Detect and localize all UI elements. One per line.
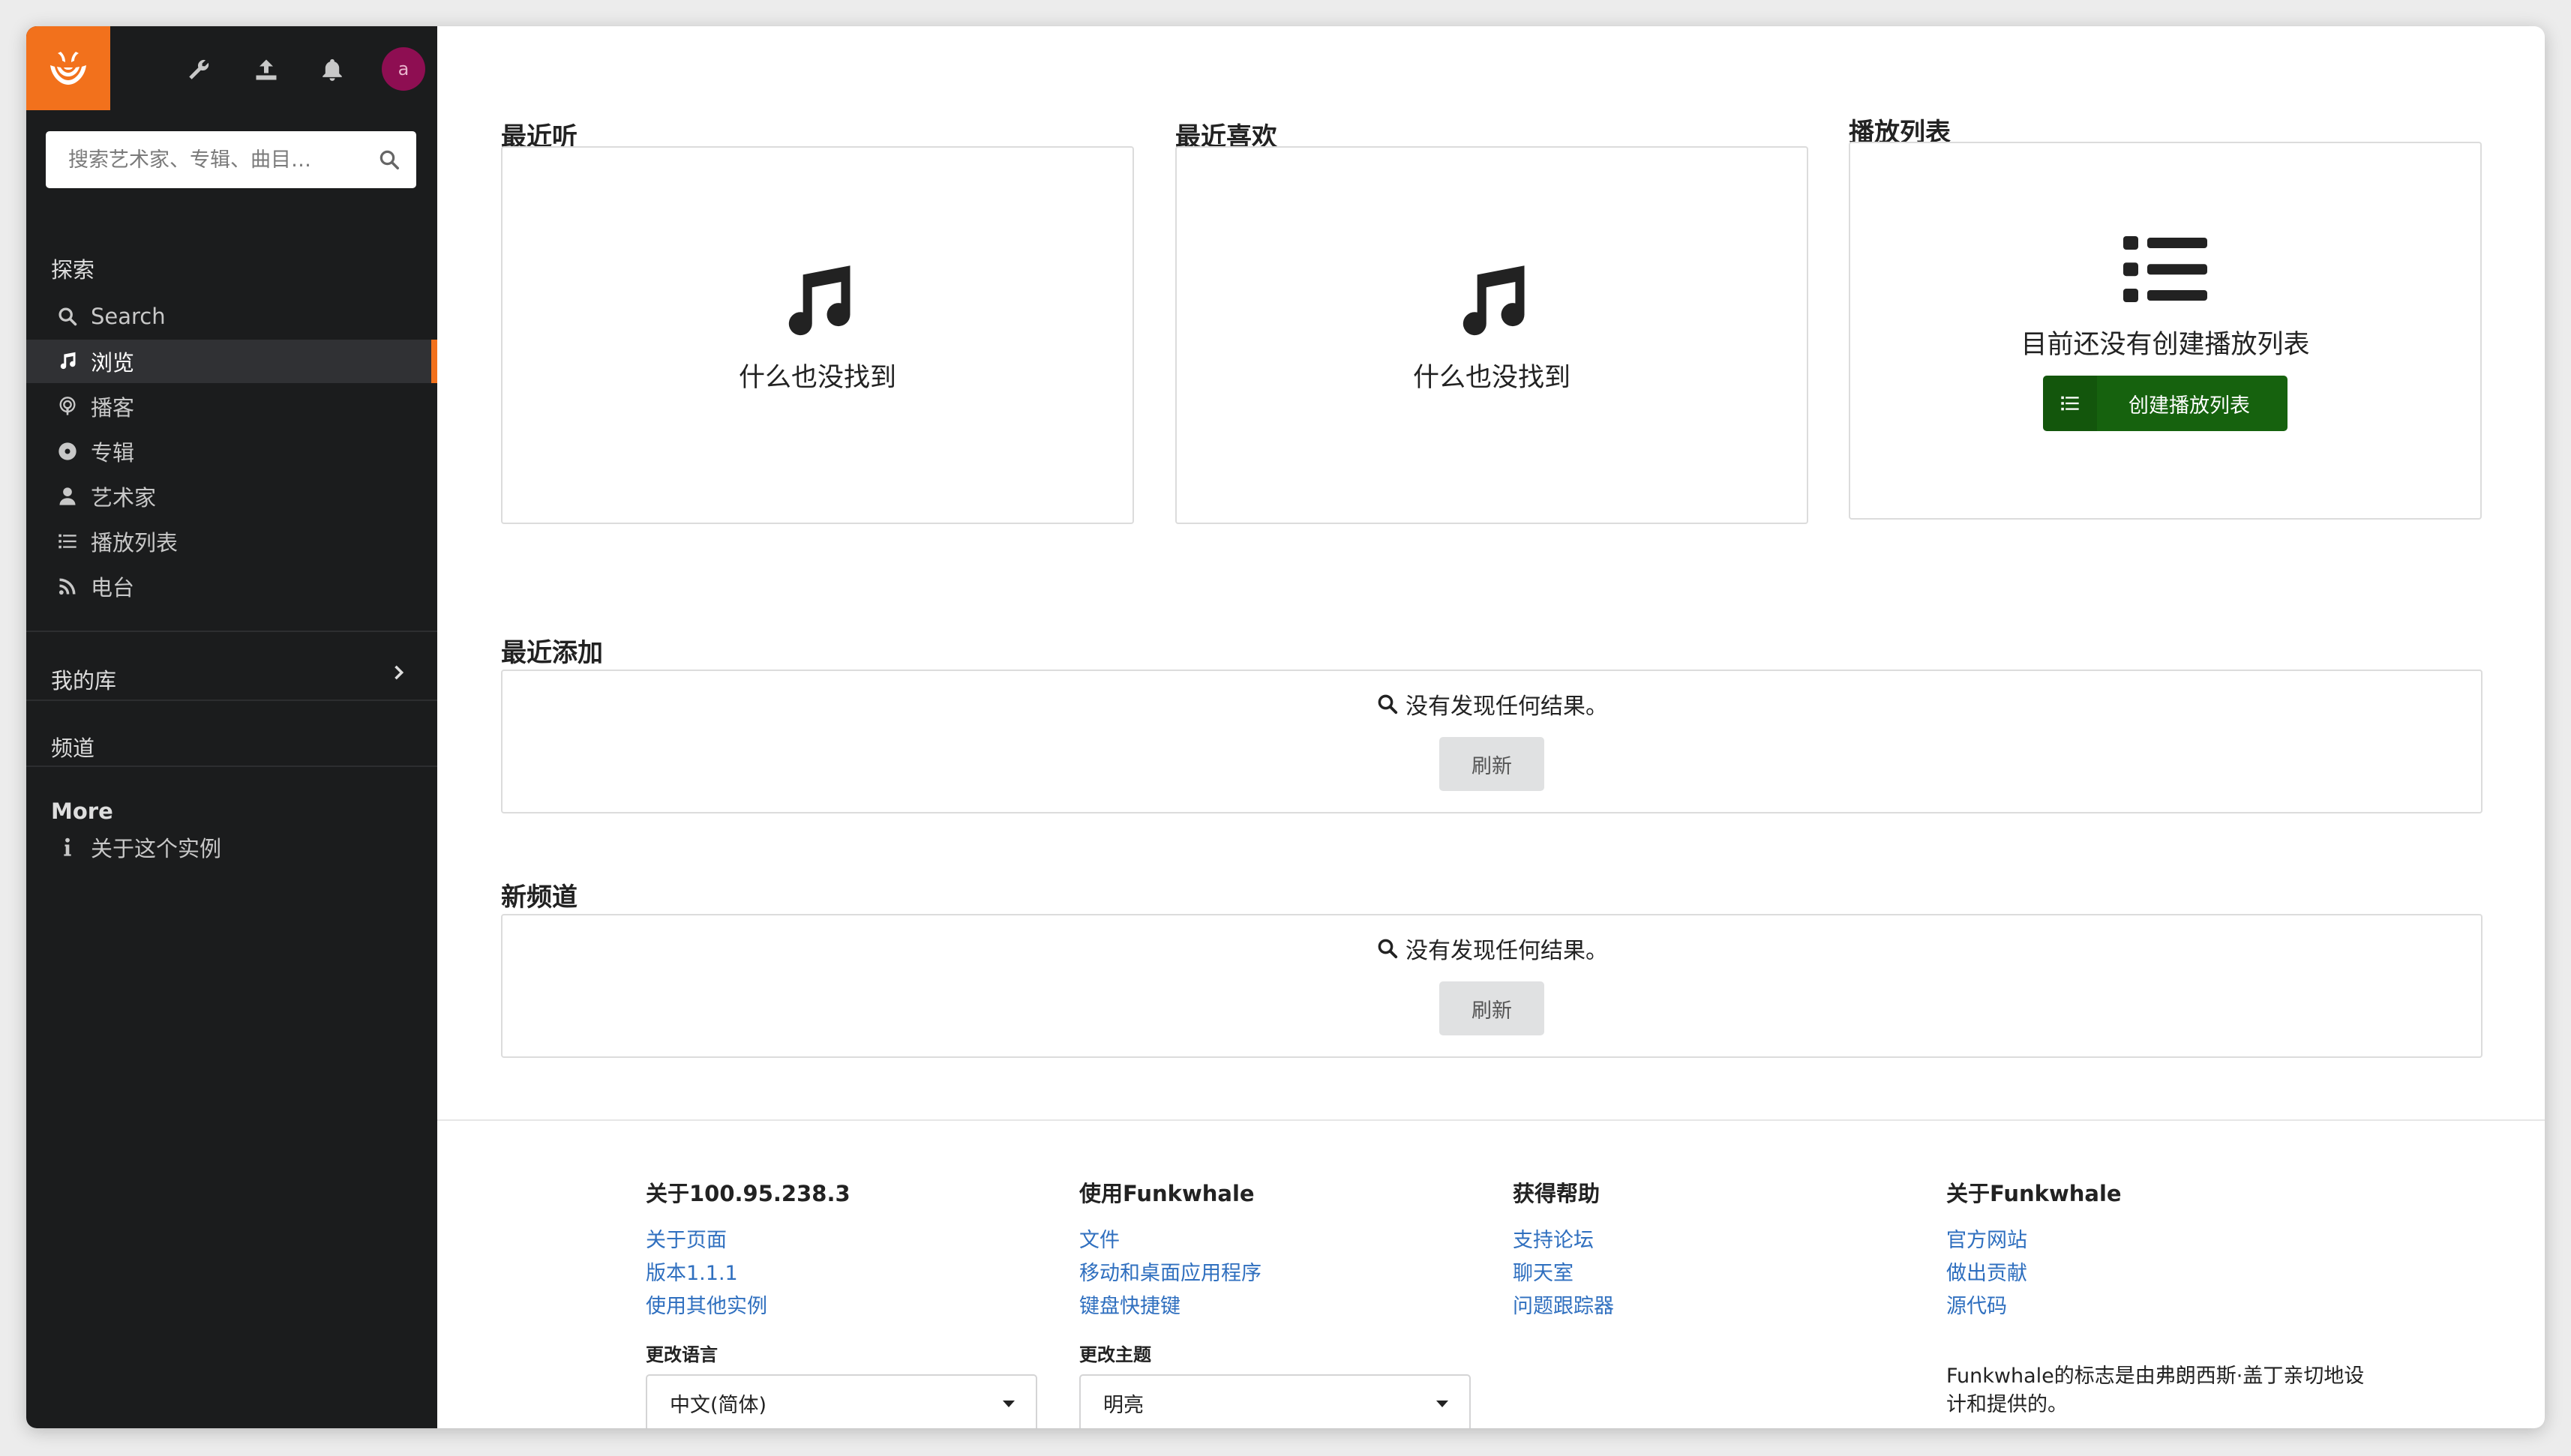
upload-icon[interactable] (250, 53, 283, 86)
empty-message: 什么也没找到 (1412, 363, 1570, 393)
nav-item-label: Search (91, 304, 166, 329)
nav-item-radios[interactable]: 电台 (26, 565, 437, 608)
empty-message: 目前还没有创建播放列表 (2020, 330, 2310, 360)
rss-icon (55, 574, 80, 599)
no-result-text: 没有发现任何结果。 (1406, 694, 1608, 720)
footer-help-title: 获得帮助 (1513, 1181, 1600, 1206)
footer-link[interactable]: 键盘快捷键 (1079, 1290, 1262, 1323)
search-submit-button[interactable] (376, 146, 403, 173)
nav-item-browse[interactable]: 浏览 (26, 340, 437, 383)
footer-link[interactable]: 关于页面 (646, 1224, 850, 1257)
caret-down-icon (1436, 1401, 1448, 1407)
footer-link[interactable]: 聊天室 (1513, 1257, 1614, 1290)
create-playlist-label: 创建播放列表 (2128, 394, 2250, 418)
nav-item-label: 关于这个实例 (91, 836, 222, 861)
music-note-icon (1462, 265, 1525, 336)
new-channels-title: 新频道 (501, 882, 578, 912)
avatar-initial: a (398, 58, 410, 79)
logo-credit-note: Funkwhale的标志是由弗朗西斯·盖丁亲切地设计和提供的。 (1946, 1365, 2365, 1416)
footer-funkwhale-title: 关于Funkwhale (1946, 1181, 2122, 1206)
sidebar: a 探索 Search 浏览 播客 专辑 艺术家 (26, 26, 437, 1428)
search-icon (380, 150, 399, 169)
create-playlist-button[interactable]: 创建播放列表 (2043, 376, 2288, 431)
sidebar-divider (26, 765, 437, 767)
no-result-message: 没有发现任何结果。 (502, 688, 2481, 721)
nav-item-search[interactable]: Search (26, 295, 437, 338)
nav-item-label: 播客 (91, 395, 135, 421)
footer-funkwhale-column: 关于Funkwhale 官方网站 做出贡献 源代码 (1946, 1176, 2122, 1323)
funkwhale-logo[interactable] (26, 26, 110, 110)
nav-item-about-instance[interactable]: 关于这个实例 (26, 825, 437, 869)
album-disc-icon (55, 439, 80, 464)
nav-item-label: 浏览 (91, 350, 135, 376)
footer-link[interactable]: 官方网站 (1946, 1224, 2122, 1257)
language-label: 更改语言 (646, 1344, 718, 1365)
playlists-card: 目前还没有创建播放列表 创建播放列表 (1849, 142, 2482, 520)
theme-select[interactable]: 明亮 (1079, 1374, 1471, 1428)
no-result-message: 没有发现任何结果。 (502, 932, 2481, 965)
refresh-button[interactable]: 刷新 (1439, 737, 1544, 791)
recent-added-card: 没有发现任何结果。 刷新 (501, 670, 2482, 813)
footer-divider (437, 1119, 2545, 1121)
footer-link[interactable]: 源代码 (1946, 1290, 2122, 1323)
nav-item-playlists[interactable]: 播放列表 (26, 520, 437, 563)
podcast-icon (55, 394, 80, 419)
list-icon (55, 529, 80, 554)
footer-link[interactable]: 移动和桌面应用程序 (1079, 1257, 1262, 1290)
recent-liked-card: 什么也没找到 (1175, 146, 1808, 524)
footer-link[interactable]: 做出贡献 (1946, 1257, 2122, 1290)
no-result-text: 没有发现任何结果。 (1406, 938, 1608, 964)
user-icon (55, 484, 80, 509)
language-value: 中文(简体) (670, 1393, 767, 1417)
footer-use-column: 使用Funkwhale 文件 移动和桌面应用程序 键盘快捷键 (1079, 1176, 1262, 1323)
music-note-icon (788, 265, 850, 336)
sidebar-divider (26, 700, 437, 701)
footer-link[interactable]: 使用其他实例 (646, 1290, 850, 1323)
explore-heading: 探索 (51, 257, 95, 283)
search-icon (55, 304, 80, 329)
funkwhale-logo-icon (50, 52, 86, 85)
refresh-button[interactable]: 刷新 (1439, 981, 1544, 1035)
chevron-right-icon[interactable] (388, 662, 409, 683)
empty-message: 什么也没找到 (738, 363, 896, 393)
my-library-link[interactable]: 我的库 (51, 664, 116, 695)
footer-about-title: 关于100.95.238.3 (646, 1181, 850, 1206)
theme-value: 明亮 (1103, 1393, 1144, 1417)
caret-down-icon (1003, 1401, 1015, 1407)
search-icon (1376, 936, 1400, 960)
nav-item-label: 播放列表 (91, 530, 178, 556)
language-select[interactable]: 中文(简体) (646, 1374, 1037, 1428)
bell-icon[interactable] (316, 53, 349, 86)
wrench-icon[interactable] (182, 53, 215, 86)
sidebar-divider (26, 631, 437, 632)
nav-item-label: 电台 (91, 575, 135, 601)
footer-link[interactable]: 支持论坛 (1513, 1224, 1614, 1257)
music-note-icon (55, 349, 80, 374)
footer-link[interactable]: 文件 (1079, 1224, 1262, 1257)
footer-link[interactable]: 版本1.1.1 (646, 1257, 850, 1290)
more-heading: More (51, 798, 113, 824)
channels-link[interactable]: 频道 (51, 731, 94, 762)
search-input[interactable] (46, 131, 361, 188)
recent-listened-card: 什么也没找到 (501, 146, 1134, 524)
list-icon (2043, 376, 2097, 431)
nav-item-label: 专辑 (91, 440, 135, 466)
footer-use-title: 使用Funkwhale (1079, 1181, 1255, 1206)
nav-item-albums[interactable]: 专辑 (26, 430, 437, 473)
user-avatar[interactable]: a (382, 47, 425, 91)
new-channels-card: 没有发现任何结果。 刷新 (501, 914, 2482, 1058)
footer-link[interactable]: 问题跟踪器 (1513, 1290, 1614, 1323)
nav-item-artists[interactable]: 艺术家 (26, 475, 437, 518)
recent-added-title: 最近添加 (501, 638, 603, 668)
list-icon (2123, 236, 2207, 302)
nav-item-label: 艺术家 (91, 485, 157, 511)
sidebar-search (46, 131, 416, 188)
app-window: a 探索 Search 浏览 播客 专辑 艺术家 (26, 26, 2545, 1428)
theme-label: 更改主题 (1079, 1344, 1151, 1365)
search-icon (1376, 692, 1400, 716)
footer-about-column: 关于100.95.238.3 关于页面 版本1.1.1 使用其他实例 (646, 1176, 850, 1323)
footer-help-column: 获得帮助 支持论坛 聊天室 问题跟踪器 (1513, 1176, 1614, 1323)
info-icon (55, 834, 80, 860)
nav-item-podcasts[interactable]: 播客 (26, 385, 437, 428)
